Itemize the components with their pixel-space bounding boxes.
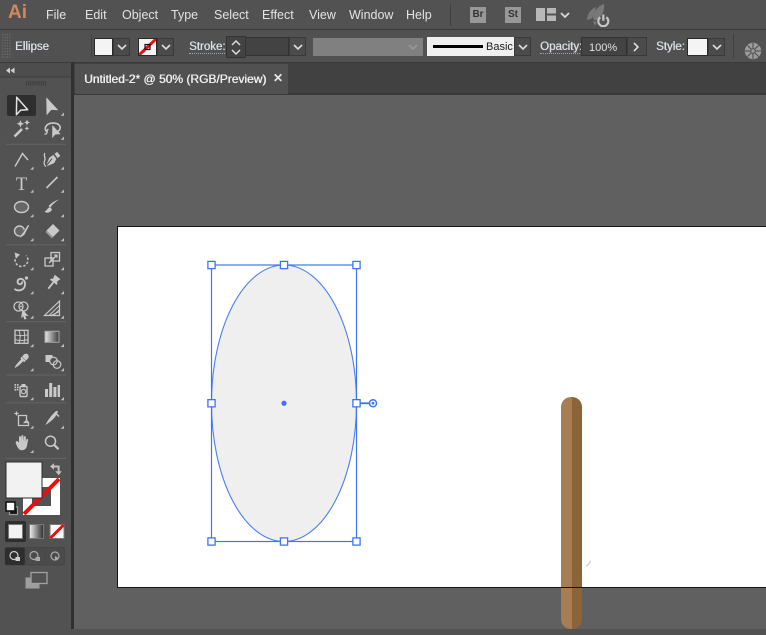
svg-text:T: T: [16, 175, 27, 195]
